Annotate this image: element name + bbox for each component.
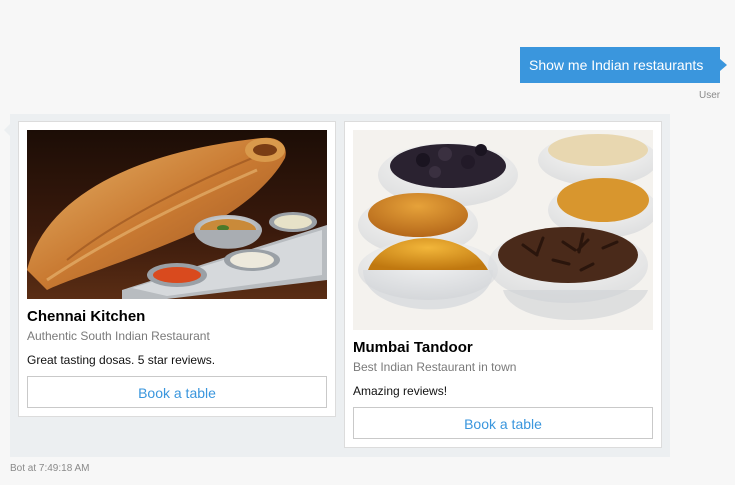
user-message-text: Show me Indian restaurants bbox=[529, 57, 704, 73]
spices-image bbox=[353, 130, 653, 330]
book-table-button[interactable]: Book a table bbox=[353, 407, 653, 439]
book-table-button[interactable]: Book a table bbox=[27, 376, 327, 408]
dosa-illustration bbox=[27, 130, 327, 299]
dosa-image bbox=[27, 130, 327, 299]
bot-timestamp: Bot at 7:49:18 AM bbox=[10, 463, 90, 474]
spices-illustration bbox=[353, 130, 653, 330]
user-sender-label: User bbox=[699, 90, 721, 101]
card-subtitle: Best Indian Restaurant in town bbox=[353, 360, 517, 374]
card-title: Mumbai Tandoor bbox=[353, 339, 473, 356]
restaurant-card-chennai-kitchen: Chennai Kitchen Authentic South Indian R… bbox=[18, 121, 336, 417]
card-description: Amazing reviews! bbox=[353, 384, 448, 398]
bot-bubble-tail bbox=[4, 124, 10, 136]
card-title: Chennai Kitchen bbox=[27, 308, 146, 325]
card-subtitle: Authentic South Indian Restaurant bbox=[27, 329, 210, 343]
user-message-bubble: Show me Indian restaurants bbox=[520, 47, 727, 83]
user-bubble-tail bbox=[720, 59, 727, 71]
card-description: Great tasting dosas. 5 star reviews. bbox=[27, 353, 216, 367]
restaurant-card-mumbai-tandoor: Mumbai Tandoor Best Indian Restaurant in… bbox=[344, 121, 662, 448]
